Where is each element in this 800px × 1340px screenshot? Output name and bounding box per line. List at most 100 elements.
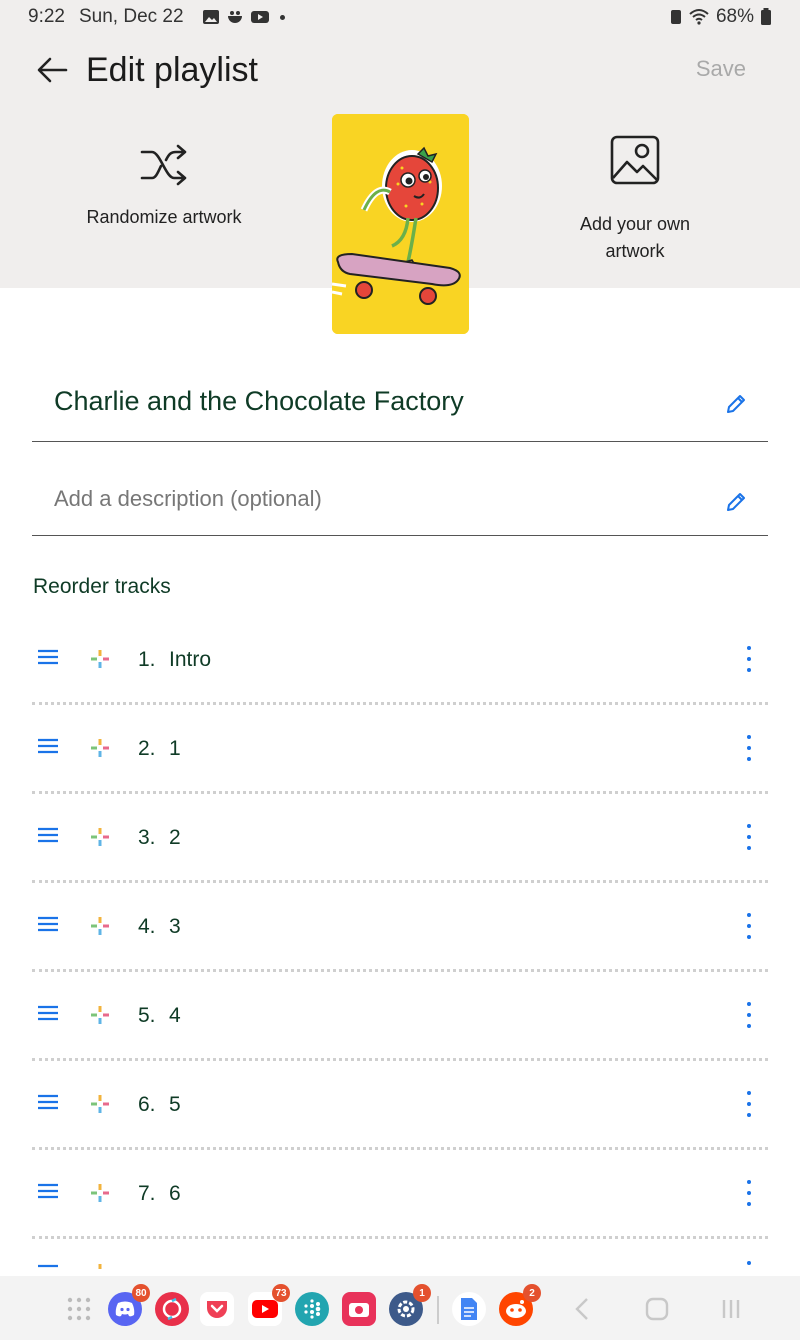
battery-icon xyxy=(761,8,771,25)
playlist-name[interactable]: Charlie and the Chocolate Factory xyxy=(54,386,464,417)
track-row[interactable]: 7. 6 xyxy=(32,1150,768,1239)
status-time: 9:22 xyxy=(28,6,65,27)
drag-handle-icon[interactable] xyxy=(37,1093,59,1111)
track-name: 5 xyxy=(169,1093,181,1116)
drag-handle-icon xyxy=(37,1263,59,1269)
playlist-name-field[interactable]: Charlie and the Chocolate Factory xyxy=(32,364,768,442)
track-name: 4 xyxy=(169,1004,181,1027)
more-options-icon[interactable] xyxy=(742,646,756,672)
track-row[interactable]: 4. 3 xyxy=(32,883,768,972)
app-grid-icon[interactable] xyxy=(62,1292,96,1326)
dots-grid-icon xyxy=(67,1297,91,1321)
strawberry-skateboard-artwork xyxy=(332,114,469,334)
more-options-icon[interactable] xyxy=(742,1091,756,1117)
track-row[interactable]: 6. 5 xyxy=(32,1061,768,1150)
track-sparkle-icon xyxy=(90,1005,110,1025)
track-row-partial xyxy=(32,1239,768,1269)
add-own-artwork-button[interactable]: Add your own artwork xyxy=(560,134,710,265)
more-options-icon[interactable] xyxy=(742,1180,756,1206)
track-row[interactable]: 5. 4 xyxy=(32,972,768,1061)
pocket-app-icon[interactable] xyxy=(200,1292,234,1326)
track-name: 3 xyxy=(169,915,181,938)
reddit-app-icon[interactable]: 2 xyxy=(499,1284,541,1326)
settings-badge: 1 xyxy=(413,1284,431,1302)
track-sparkle-icon xyxy=(90,916,110,936)
wifi-icon xyxy=(689,9,709,25)
fitbit-icon xyxy=(304,1299,321,1319)
drag-handle-icon[interactable] xyxy=(37,1182,59,1200)
page-title: Edit playlist xyxy=(86,51,258,89)
drag-handle-icon[interactable] xyxy=(37,648,59,666)
track-sparkle-icon xyxy=(90,1263,110,1269)
drag-handle-icon[interactable] xyxy=(37,1004,59,1022)
more-options-icon xyxy=(742,1261,756,1269)
discord-icon xyxy=(115,1301,135,1317)
youtube-badge: 73 xyxy=(272,1284,290,1302)
track-row[interactable]: 1. Intro xyxy=(32,616,768,705)
track-name: Intro xyxy=(169,648,212,671)
reorder-tracks-heading: Reorder tracks xyxy=(33,575,171,598)
randomize-artwork-button[interactable]: Randomize artwork xyxy=(74,142,254,228)
back-nav-button[interactable] xyxy=(567,1294,597,1324)
sync-icon xyxy=(162,1298,182,1320)
image-icon xyxy=(610,135,660,185)
reddit-icon xyxy=(506,1300,526,1318)
track-name: 1 xyxy=(169,737,181,760)
youtube-icon xyxy=(252,1300,278,1318)
add-own-artwork-line2: artwork xyxy=(605,241,665,261)
settings-icon xyxy=(397,1300,415,1318)
track-list: 1. Intro 2. 1 3. 2 4. 3 5. 4 6. 5 7. 6 xyxy=(32,616,768,1269)
system-navbar: 80 73 1 2 xyxy=(0,1276,800,1340)
more-options-icon[interactable] xyxy=(742,1002,756,1028)
track-name: 6 xyxy=(169,1182,181,1205)
more-options-icon[interactable] xyxy=(742,824,756,850)
add-own-artwork-label: Add your own artwork xyxy=(560,211,710,265)
drag-handle-icon[interactable] xyxy=(37,737,59,755)
track-row[interactable]: 3. 2 xyxy=(32,794,768,883)
add-own-artwork-line1: Add your own xyxy=(579,214,691,234)
drag-handle-icon[interactable] xyxy=(37,826,59,844)
docs-icon xyxy=(461,1298,477,1320)
more-options-icon[interactable] xyxy=(742,735,756,761)
reddit-badge: 2 xyxy=(523,1284,541,1302)
discord-badge: 80 xyxy=(132,1284,150,1302)
track-number: 3. xyxy=(138,826,156,849)
track-sparkle-icon xyxy=(90,738,110,758)
randomize-artwork-label: Randomize artwork xyxy=(86,207,242,227)
settings-app-icon[interactable]: 1 xyxy=(389,1284,431,1326)
playlist-artwork[interactable] xyxy=(332,114,469,334)
youtube-status-icon xyxy=(250,11,269,23)
edit-description-pencil-icon[interactable] xyxy=(724,490,748,514)
home-icon xyxy=(645,1297,669,1321)
status-bar: 9:22 Sun, Dec 22 68% xyxy=(0,0,800,34)
more-options-icon[interactable] xyxy=(742,913,756,939)
track-sparkle-icon xyxy=(90,649,110,669)
discord-app-icon[interactable]: 80 xyxy=(108,1284,150,1326)
track-number: 6. xyxy=(138,1093,156,1116)
drag-handle-icon[interactable] xyxy=(37,915,59,933)
edit-name-pencil-icon[interactable] xyxy=(724,392,748,416)
track-sparkle-icon xyxy=(90,827,110,847)
status-date: Sun, Dec 22 xyxy=(78,6,184,27)
description-placeholder[interactable]: Add a description (optional) xyxy=(54,486,322,512)
track-row[interactable]: 2. 1 xyxy=(32,705,768,794)
more-notifications-dot xyxy=(279,14,285,20)
back-button[interactable] xyxy=(32,50,72,90)
youtube-app-icon[interactable]: 73 xyxy=(248,1284,290,1326)
docs-app-icon[interactable] xyxy=(452,1292,486,1326)
track-sparkle-icon xyxy=(90,1094,110,1114)
save-button[interactable]: Save xyxy=(696,56,746,82)
battery-level: 68% xyxy=(715,6,754,27)
pocket-icon xyxy=(207,1301,227,1318)
camera-app-icon[interactable] xyxy=(342,1292,376,1326)
navbar-divider xyxy=(437,1296,439,1324)
back-arrow-icon xyxy=(37,57,68,83)
sync-app-icon[interactable] xyxy=(155,1292,189,1326)
track-number: 5. xyxy=(138,1004,156,1027)
recents-nav-button[interactable] xyxy=(716,1294,746,1324)
fitbit-app-icon[interactable] xyxy=(295,1292,329,1326)
food-icon xyxy=(227,11,242,23)
playlist-description-field[interactable]: Add a description (optional) xyxy=(32,462,768,536)
home-nav-button[interactable] xyxy=(642,1294,672,1324)
track-number: 4. xyxy=(138,915,156,938)
